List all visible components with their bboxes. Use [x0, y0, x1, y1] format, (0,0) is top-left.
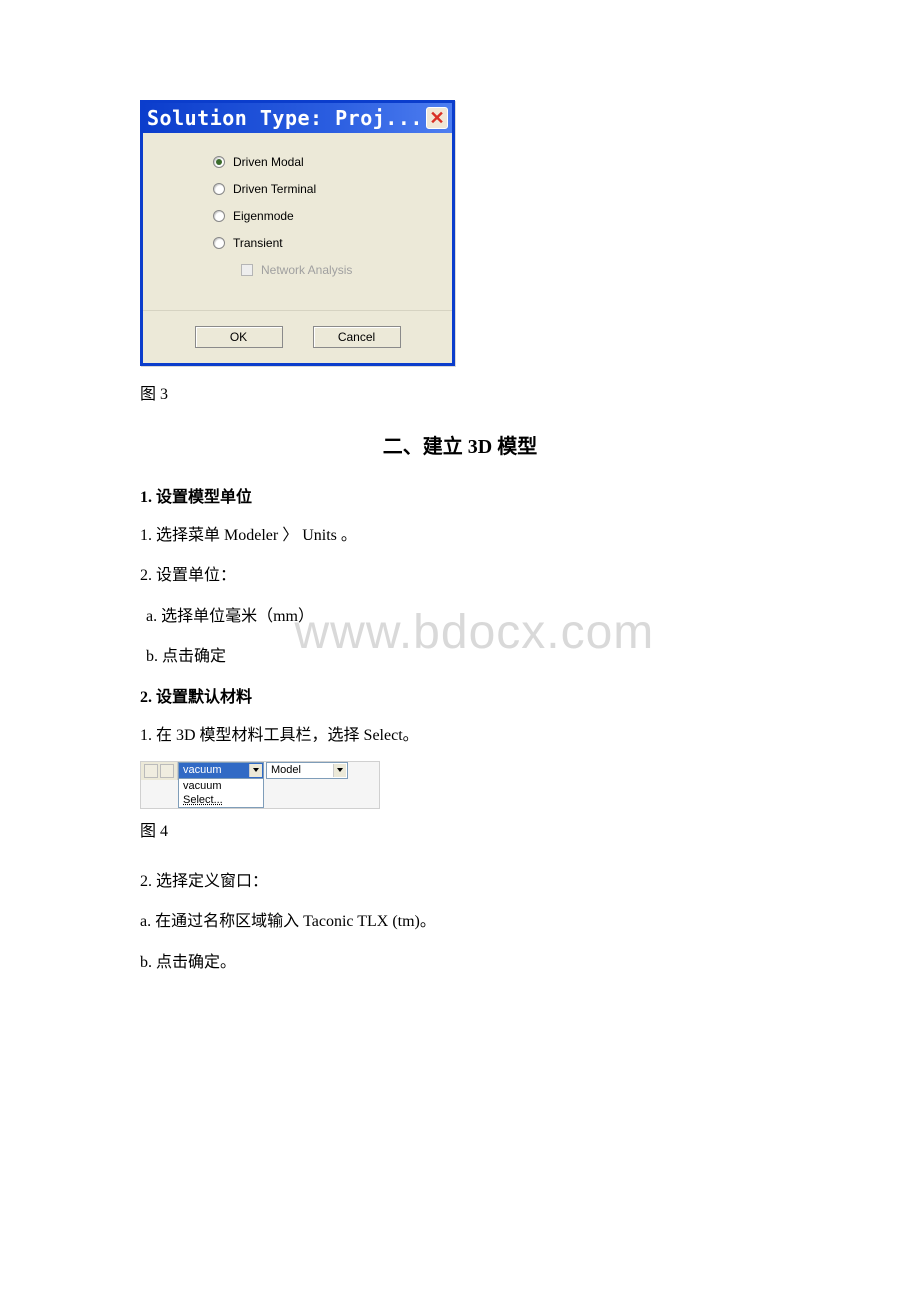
- step-text: 1. 选择菜单 Modeler 〉 Units 。: [140, 521, 780, 551]
- radio-icon: [213, 237, 225, 249]
- dialog-titlebar: Solution Type: Proj... ✕: [143, 103, 452, 133]
- radio-label: Transient: [233, 236, 283, 250]
- material-dropdown[interactable]: vacuum: [178, 762, 264, 779]
- radio-eigenmode[interactable]: Eigenmode: [213, 209, 432, 223]
- radio-transient[interactable]: Transient: [213, 236, 432, 250]
- toolbar-grip: [141, 762, 178, 780]
- step-text: 2. 选择定义窗口：: [140, 867, 780, 897]
- step-text: b. 点击确定: [146, 642, 780, 672]
- dialog-title: Solution Type: Proj...: [147, 106, 426, 130]
- solution-type-dialog: Solution Type: Proj... ✕ Driven Modal Dr…: [140, 100, 455, 366]
- radio-label: Eigenmode: [233, 209, 294, 223]
- model-dropdown[interactable]: Model: [266, 762, 348, 779]
- radio-icon: [213, 183, 225, 195]
- step-text: a. 选择单位毫米（mm）: [146, 602, 780, 632]
- figure-4-caption: 图 4: [140, 817, 780, 841]
- checkbox-label: Network Analysis: [261, 263, 352, 277]
- close-icon: ✕: [429, 109, 444, 127]
- dialog-button-row: OK Cancel: [143, 310, 452, 363]
- checkbox-network-analysis: Network Analysis: [241, 263, 432, 277]
- radio-icon: [213, 156, 225, 168]
- ok-button[interactable]: OK: [195, 326, 283, 348]
- step-text: a. 在通过名称区域输入 Taconic TLX (tm)。: [140, 907, 780, 937]
- checkbox-icon: [241, 264, 253, 276]
- dialog-body: Driven Modal Driven Terminal Eigenmode T…: [143, 133, 452, 300]
- chevron-down-icon: [333, 764, 346, 777]
- radio-driven-modal[interactable]: Driven Modal: [213, 155, 432, 169]
- toolbar-icon: [144, 764, 158, 778]
- step-text: 1. 在 3D 模型材料工具栏，选择 Select。: [140, 721, 780, 751]
- ok-label: OK: [230, 330, 247, 344]
- heading-set-material: 2. 设置默认材料: [140, 683, 780, 707]
- dropdown-selected: Model: [271, 764, 333, 776]
- heading-set-units: 1. 设置模型单位: [140, 483, 780, 507]
- close-button[interactable]: ✕: [426, 107, 448, 129]
- radio-label: Driven Terminal: [233, 182, 316, 196]
- toolbar-icon: [160, 764, 174, 778]
- radio-label: Driven Modal: [233, 155, 304, 169]
- material-dropdown-list: vacuum Select...: [178, 779, 264, 808]
- step-text: 2. 设置单位：: [140, 561, 780, 591]
- radio-icon: [213, 210, 225, 222]
- dropdown-item-vacuum[interactable]: vacuum: [179, 779, 263, 793]
- figure-3-caption: 图 3: [140, 380, 780, 404]
- radio-driven-terminal[interactable]: Driven Terminal: [213, 182, 432, 196]
- step-text: b. 点击确定。: [140, 948, 780, 978]
- section-2-title: 二、建立 3D 模型: [140, 430, 780, 459]
- material-toolbar: vacuum vacuum Select... Model: [140, 761, 380, 809]
- dropdown-item-select[interactable]: Select...: [179, 793, 263, 807]
- chevron-down-icon: [249, 764, 262, 777]
- cancel-button[interactable]: Cancel: [313, 326, 401, 348]
- dropdown-selected: vacuum: [183, 764, 249, 776]
- cancel-label: Cancel: [338, 330, 375, 344]
